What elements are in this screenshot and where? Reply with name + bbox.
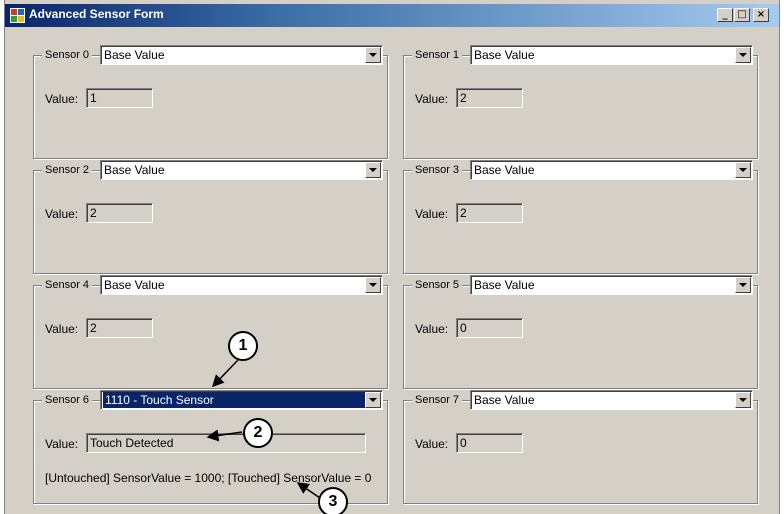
close-button[interactable]: ×	[753, 8, 769, 22]
sensor-1-selection: Base Value	[474, 48, 535, 62]
sensor-0-value-label: Value:	[45, 92, 79, 106]
chevron-down-icon[interactable]	[735, 162, 751, 178]
sensor-5-value-label: Value:	[415, 322, 449, 336]
callout-3: 3	[318, 487, 348, 514]
sensor-2-selection: Base Value	[104, 163, 165, 177]
sensor-4-selection: Base Value	[104, 278, 165, 292]
sensor-1-value: 2	[460, 91, 467, 105]
sensor-0-value: 1	[90, 91, 97, 105]
sensor-2-group: Sensor 2 Base Value Value: 2	[33, 160, 388, 274]
callout-2: 2	[243, 418, 273, 448]
sensor-4-label: Sensor 4	[42, 279, 93, 291]
close-icon: ×	[756, 9, 766, 20]
chevron-down-icon[interactable]	[735, 47, 751, 63]
sensor-3-value-field: 2	[456, 203, 523, 223]
sensor-7-value: 0	[460, 436, 467, 450]
sensor-6-value-label: Value:	[45, 437, 79, 451]
sensor-4-value-field: 2	[86, 318, 153, 338]
sensor-7-value-label: Value:	[415, 437, 449, 451]
sensor-5-label: Sensor 5	[412, 279, 463, 291]
sensor-0-group: Sensor 0 Base Value Value: 1	[33, 45, 388, 159]
sensor-2-combo[interactable]: Base Value	[100, 160, 383, 180]
sensor-5-value: 0	[460, 321, 467, 335]
sensor-2-value-field: 2	[86, 203, 153, 223]
sensor-1-value-field: 2	[456, 88, 523, 108]
sensor-1-group: Sensor 1 Base Value Value: 2	[403, 45, 758, 159]
sensor-3-group: Sensor 3 Base Value Value: 2	[403, 160, 758, 274]
sensor-1-label: Sensor 1	[412, 49, 463, 61]
chevron-down-icon[interactable]	[735, 277, 751, 293]
sensor-4-group: Sensor 4 Base Value Value: 2	[33, 275, 388, 389]
sensor-7-value-field: 0	[456, 433, 523, 453]
sensor-0-combo[interactable]: Base Value	[100, 45, 383, 65]
sensor-form-window: Advanced Sensor Form _ □ × Sensor 0 Base…	[4, 0, 780, 514]
sensor-4-value: 2	[90, 321, 97, 335]
minimize-icon: _	[722, 9, 728, 20]
sensor-7-selection: Base Value	[474, 393, 535, 407]
sensor-6-hint: [Untouched] SensorValue = 1000; [Touched…	[45, 471, 372, 485]
sensor-3-combo[interactable]: Base Value	[470, 160, 753, 180]
sensor-5-value-field: 0	[456, 318, 523, 338]
sensor-0-value-field: 1	[86, 88, 153, 108]
chevron-down-icon[interactable]	[735, 392, 751, 408]
app-icon	[10, 8, 25, 23]
maximize-button[interactable]: □	[734, 8, 750, 22]
title-bar[interactable]: Advanced Sensor Form _ □ ×	[5, 4, 779, 27]
sensor-3-selection: Base Value	[474, 163, 535, 177]
sensor-6-label: Sensor 6	[42, 394, 93, 406]
sensor-1-value-label: Value:	[415, 92, 449, 106]
sensor-3-label: Sensor 3	[412, 164, 463, 176]
callout-1: 1	[228, 331, 258, 361]
sensor-1-combo[interactable]: Base Value	[470, 45, 753, 65]
sensor-4-combo[interactable]: Base Value	[100, 275, 383, 295]
sensor-0-selection: Base Value	[104, 48, 165, 62]
sensor-6-selection: 1110 - Touch Sensor	[103, 392, 365, 408]
sensor-2-value: 2	[90, 206, 97, 220]
sensor-7-label: Sensor 7	[412, 394, 463, 406]
sensor-2-value-label: Value:	[45, 207, 79, 221]
sensor-3-value-label: Value:	[415, 207, 449, 221]
minimize-button[interactable]: _	[717, 8, 733, 22]
sensor-5-group: Sensor 5 Base Value Value: 0	[403, 275, 758, 389]
chevron-down-icon[interactable]	[365, 277, 381, 293]
sensor-5-selection: Base Value	[474, 278, 535, 292]
sensor-7-group: Sensor 7 Base Value Value: 0	[403, 390, 758, 504]
chevron-down-icon[interactable]	[365, 47, 381, 63]
sensor-5-combo[interactable]: Base Value	[470, 275, 753, 295]
chevron-down-icon[interactable]	[365, 162, 381, 178]
sensor-6-combo[interactable]: 1110 - Touch Sensor	[100, 390, 383, 410]
sensor-4-value-label: Value:	[45, 322, 79, 336]
chevron-down-icon[interactable]	[365, 392, 381, 408]
sensor-2-label: Sensor 2	[42, 164, 93, 176]
sensor-6-value: Touch Detected	[90, 436, 174, 450]
maximize-icon: □	[737, 9, 747, 20]
sensor-0-label: Sensor 0	[42, 49, 93, 61]
sensor-7-combo[interactable]: Base Value	[470, 390, 753, 410]
sensor-6-value-field: Touch Detected	[86, 433, 366, 453]
sensor-3-value: 2	[460, 206, 467, 220]
window-title: Advanced Sensor Form	[29, 7, 164, 21]
